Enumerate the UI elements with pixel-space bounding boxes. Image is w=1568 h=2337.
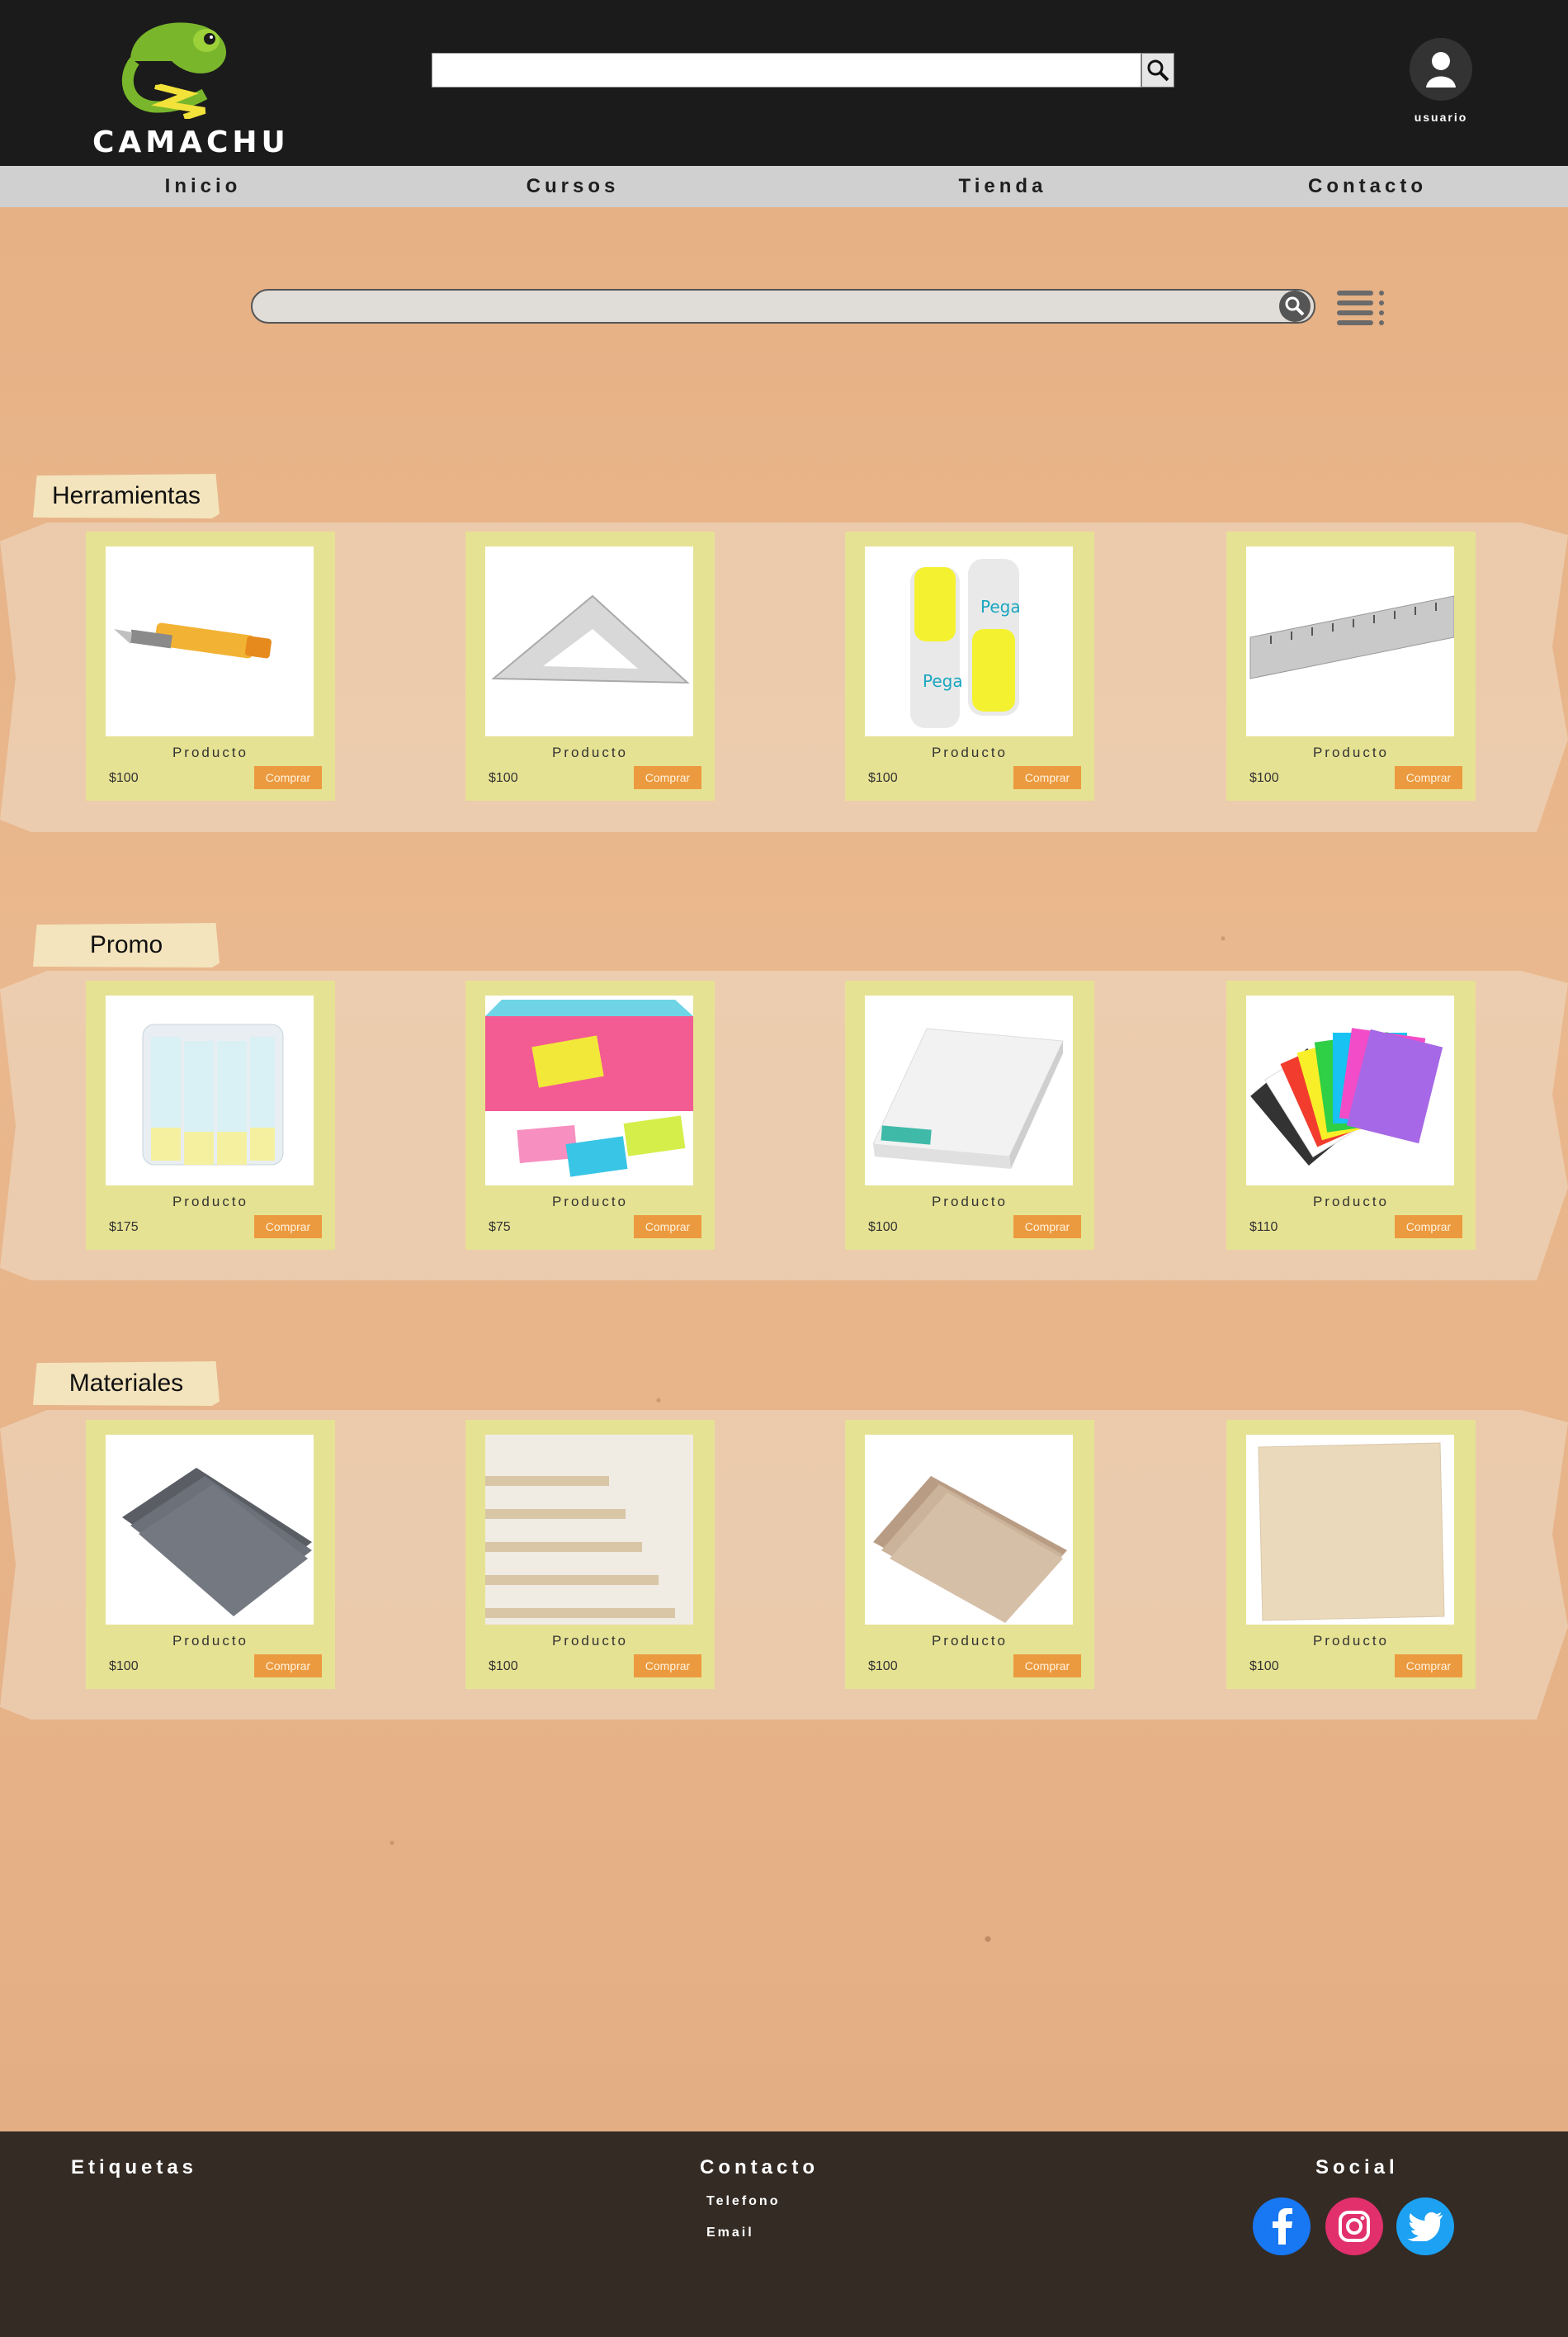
product-name: Producto [172, 1194, 249, 1209]
product-card[interactable]: Producto $110 Comprar [1226, 981, 1476, 1250]
product-image-cutter [106, 546, 314, 736]
product-price: $110 [1249, 1220, 1278, 1234]
product-name: Producto [931, 1633, 1008, 1649]
product-card[interactable]: Pega Pega Producto $100 Comprar [845, 532, 1094, 801]
product-card[interactable]: Producto $175 Comprar [86, 981, 335, 1250]
footer: Etiquetas Contacto Telefono Email Social [0, 2131, 1568, 2337]
nav-item-tienda[interactable]: Tienda [895, 166, 1110, 207]
section-title-materiales: Materiales [33, 1361, 220, 1406]
product-image-ruler [1246, 546, 1454, 736]
svg-text:Pega: Pega [980, 597, 1021, 617]
nav-item-cursos[interactable]: Cursos [465, 166, 680, 207]
header-search-button[interactable] [1141, 53, 1174, 88]
product-card[interactable]: Producto $100 Comprar [86, 532, 335, 801]
buy-button[interactable]: Comprar [1395, 766, 1462, 789]
buy-button[interactable]: Comprar [254, 1215, 322, 1238]
nav-item-contacto[interactable]: Contacto [1260, 166, 1475, 207]
product-price: $100 [109, 1659, 139, 1673]
product-image-glue-pack [106, 996, 314, 1185]
product-price: $100 [1249, 1659, 1279, 1673]
product-card[interactable]: Producto $100 Comprar [845, 1420, 1094, 1689]
buy-button[interactable]: Comprar [634, 766, 701, 789]
product-image-paper-ream [865, 996, 1073, 1185]
product-name: Producto [1312, 1194, 1390, 1209]
product-image-set-square [485, 546, 693, 736]
buy-button[interactable]: Comprar [254, 766, 322, 789]
buy-button[interactable]: Comprar [1013, 1654, 1081, 1677]
buy-button[interactable]: Comprar [1395, 1215, 1462, 1238]
user-avatar-button[interactable] [1410, 38, 1472, 101]
product-name: Producto [551, 1194, 629, 1209]
section-title-promo: Promo [33, 923, 220, 967]
instagram-icon[interactable] [1325, 2197, 1383, 2255]
buy-button[interactable]: Comprar [1013, 1215, 1081, 1238]
product-image-mdf-boards [485, 1435, 693, 1625]
product-name: Producto [551, 745, 629, 760]
product-image-cardboard [865, 1435, 1073, 1625]
product-card[interactable]: Producto $75 Comprar [465, 981, 715, 1250]
brand-name: CAMACHU [92, 125, 290, 159]
product-price: $100 [109, 771, 139, 785]
twitter-icon[interactable] [1396, 2197, 1454, 2255]
header-search-input[interactable] [432, 53, 1141, 88]
product-card[interactable]: Producto $100 Comprar [845, 981, 1094, 1250]
user-label: usuario [1414, 111, 1468, 124]
footer-social-title: Social [1315, 2156, 1399, 2179]
product-price: $100 [489, 771, 518, 785]
product-name: Producto [1312, 745, 1390, 760]
product-price: $100 [868, 1220, 898, 1234]
product-image-gray-board [106, 1435, 314, 1625]
facebook-icon[interactable] [1253, 2197, 1311, 2255]
footer-tags-title: Etiquetas [71, 2156, 198, 2179]
svg-text:Pega: Pega [923, 671, 963, 691]
product-card[interactable]: Producto $100 Comprar [86, 1420, 335, 1689]
header: CAMACHU usuario [0, 0, 1568, 166]
product-name: Producto [551, 1633, 629, 1649]
product-name: Producto [931, 745, 1008, 760]
product-name: Producto [172, 1633, 249, 1649]
nav-item-inicio[interactable]: Inicio [96, 166, 310, 207]
product-image-kraft-sheet [1246, 1435, 1454, 1625]
section-title-herramientas: Herramientas [33, 474, 220, 518]
search-icon [1147, 59, 1169, 82]
product-image-sticky-notes [485, 996, 693, 1185]
footer-email-link[interactable]: Email [706, 2226, 754, 2240]
product-price: $100 [1249, 771, 1279, 785]
footer-contact-title: Contacto [700, 2156, 819, 2179]
product-card[interactable]: Producto $100 Comprar [465, 532, 715, 801]
search-icon [1285, 296, 1305, 316]
product-price: $75 [489, 1220, 511, 1234]
product-price: $100 [868, 1659, 898, 1673]
catalog-search-input[interactable] [251, 289, 1315, 324]
chameleon-icon [121, 22, 227, 119]
main-nav: Inicio Cursos Tienda Contacto [0, 166, 1568, 207]
product-name: Producto [1312, 1633, 1390, 1649]
product-name: Producto [172, 745, 249, 760]
buy-button[interactable]: Comprar [1395, 1654, 1462, 1677]
product-image-glue-sticks: Pega Pega [865, 546, 1073, 736]
user-icon [1426, 52, 1456, 88]
buy-button[interactable]: Comprar [634, 1654, 701, 1677]
product-price: $175 [109, 1220, 139, 1234]
product-card[interactable]: Producto $100 Comprar [1226, 1420, 1476, 1689]
brand-logo[interactable]: CAMACHU [89, 12, 286, 159]
buy-button[interactable]: Comprar [634, 1215, 701, 1238]
buy-button[interactable]: Comprar [1013, 766, 1081, 789]
product-price: $100 [489, 1659, 518, 1673]
product-card[interactable]: Producto $100 Comprar [1226, 532, 1476, 801]
product-price: $100 [868, 771, 898, 785]
product-name: Producto [931, 1194, 1008, 1209]
footer-phone-link[interactable]: Telefono [706, 2194, 780, 2209]
product-card[interactable]: Producto $100 Comprar [465, 1420, 715, 1689]
filter-menu-icon[interactable] [1335, 289, 1386, 325]
catalog-search-button[interactable] [1279, 291, 1311, 322]
product-image-color-sheets [1246, 996, 1454, 1185]
buy-button[interactable]: Comprar [254, 1654, 322, 1677]
